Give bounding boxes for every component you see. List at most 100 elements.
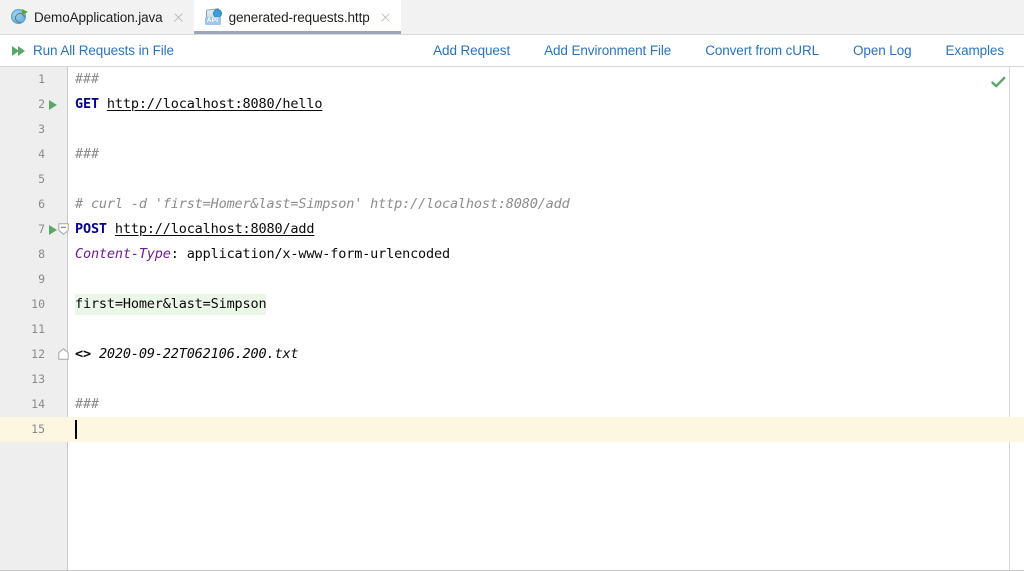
editor-line[interactable]: 1 ### [0,67,1024,92]
gutter-marks [45,142,67,167]
line-number: 2 [38,97,45,111]
run-all-icon [12,44,26,57]
gutter-marks [45,92,67,117]
editor-line[interactable]: 15 [0,417,1024,442]
code-span-comment: ### [75,71,99,87]
add-environment-file-link[interactable]: Add Environment File [544,43,671,58]
code-text[interactable] [67,317,1024,342]
green-checkmark-icon[interactable] [991,76,1006,89]
code-text[interactable]: GET http://localhost:8080/hello [67,92,1024,117]
code-span-comment: ### [75,146,99,162]
code-span-method: GET [75,96,99,112]
http-client-editor-window: DemoApplication.java API generated-reque… [0,0,1024,571]
line-number: 14 [31,397,45,411]
code-text[interactable] [67,267,1024,292]
tab-demoapplication-java[interactable]: DemoApplication.java [0,0,194,34]
line-number: 3 [38,122,45,136]
editor-line[interactable]: 9 [0,267,1024,292]
editor-lines[interactable]: 1 ### 2 GET http://localhost:8080/hello 3 4 ##… [0,67,1024,442]
line-number: 13 [31,372,45,386]
code-text[interactable]: POST http://localhost:8080/add [67,217,1024,242]
code-text[interactable]: <> 2020-09-22T062106.200.txt [67,342,1024,367]
line-number: 10 [31,297,45,311]
gutter-marks [45,392,67,417]
editor-line[interactable]: 12 <> 2020-09-22T062106.200.txt [0,342,1024,367]
code-span-header-name: Content-Type [75,246,171,262]
editor-line[interactable]: 11 [0,317,1024,342]
code-text[interactable] [67,167,1024,192]
examples-link[interactable]: Examples [946,43,1005,58]
gutter-marks [45,192,67,217]
code-span-url: http://localhost:8080/add [114,221,315,237]
code-text[interactable] [67,117,1024,142]
close-icon[interactable] [172,11,185,24]
code-text[interactable]: ### [67,392,1024,417]
fold-start-icon[interactable] [58,223,69,235]
run-request-icon[interactable] [49,225,57,235]
line-number: 1 [38,72,45,86]
gutter-marks [45,417,67,442]
line-number: 12 [31,347,45,361]
line-number: 5 [38,172,45,186]
tab-label: DemoApplication.java [34,9,163,25]
editor-line[interactable]: 7 POST http://localhost:8080/add [0,217,1024,242]
editor-line[interactable]: 3 [0,117,1024,142]
code-text[interactable]: ### [67,67,1024,92]
line-number: 4 [38,147,45,161]
code-text[interactable]: Content-Type: application/x-www-form-url… [67,242,1024,267]
run-request-icon[interactable] [49,100,57,110]
gutter-marks [45,67,67,92]
editor-line[interactable]: 13 [0,367,1024,392]
code-span-comment: ### [75,396,99,412]
code-span-bodyhl: first=Homer&last=Simpson [75,294,267,315]
open-log-link[interactable]: Open Log [853,43,912,58]
editor-line[interactable]: 5 [0,167,1024,192]
code-span-comment: # curl -d 'first=Homer&last=Simpson' htt… [75,196,570,212]
code-span-plain: : application/x-www-form-urlencoded [170,246,450,262]
editor-line[interactable]: 10 first=Homer&last=Simpson [0,292,1024,317]
line-number: 9 [38,272,45,286]
code-text[interactable] [67,417,1024,442]
tab-generated-requests-http[interactable]: API generated-requests.http [193,0,401,34]
editor-line[interactable]: 4 ### [0,142,1024,167]
add-request-link[interactable]: Add Request [433,43,510,58]
gutter-marks [45,242,67,267]
code-editor[interactable]: 1 ### 2 GET http://localhost:8080/hello 3 4 ##… [0,67,1024,571]
editor-tab-bar: DemoApplication.java API generated-reque… [0,0,1024,35]
api-file-icon: API [204,8,222,25]
code-text[interactable]: first=Homer&last=Simpson [67,292,1024,317]
code-span-fileref: 2020-09-22T062106.200.txt [98,346,299,362]
gutter-marks [45,367,67,392]
editor-line[interactable]: 8 Content-Type: application/x-www-form-ur… [0,242,1024,267]
code-text[interactable] [67,367,1024,392]
code-span-method: POST [75,221,107,237]
editor-line[interactable]: 14 ### [0,392,1024,417]
text-caret [75,420,77,439]
line-number: 6 [38,197,45,211]
toolbar-links: Add Request Add Environment File Convert… [433,35,1004,66]
run-all-requests-button[interactable]: Run All Requests in File [12,43,174,58]
gutter-marks [45,217,69,242]
gutter-marks [45,292,67,317]
code-text[interactable]: # curl -d 'first=Homer&last=Simpson' htt… [67,192,1024,217]
close-icon[interactable] [379,11,392,24]
line-number: 7 [38,222,45,236]
line-number: 11 [31,322,45,336]
editor-line[interactable]: 2 GET http://localhost:8080/hello [0,92,1024,117]
fold-end-icon[interactable] [58,348,69,360]
code-span-angle: <> [75,346,91,362]
code-text[interactable]: ### [67,142,1024,167]
convert-from-curl-link[interactable]: Convert from cURL [705,43,819,58]
spring-boot-icon [11,9,28,25]
line-number: 15 [0,417,45,442]
editor-line[interactable]: 6 # curl -d 'first=Homer&last=Simpson' ht… [0,192,1024,217]
line-number: 8 [38,247,45,261]
gutter-marks [45,117,67,142]
code-span-plain [107,221,115,237]
run-all-requests-label: Run All Requests in File [33,43,174,58]
code-span-plain [99,96,107,112]
gutter-marks [45,317,67,342]
http-client-toolbar: Run All Requests in File Add Request Add… [0,35,1024,67]
code-span-url: http://localhost:8080/hello [106,96,323,112]
gutter-marks [45,167,67,192]
